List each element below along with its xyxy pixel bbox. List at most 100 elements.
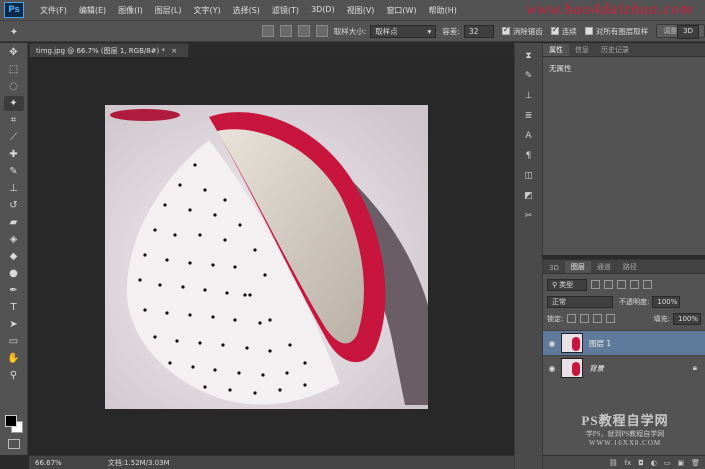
document-info[interactable]: 文档:1.52M/3.03M xyxy=(108,458,170,468)
layer-row-background[interactable]: ◉ 背景 🔒︎ xyxy=(543,355,705,380)
magic-wand-tool-icon[interactable]: ✦ xyxy=(3,96,24,111)
dragon-fruit-photo xyxy=(105,105,428,409)
tab-layers[interactable]: 图层 xyxy=(564,261,591,273)
layer-thumbnail xyxy=(561,358,583,378)
pen-tool-icon[interactable]: ✒ xyxy=(4,283,24,298)
layer-name[interactable]: 背景 xyxy=(589,363,604,374)
panel-dock-icons: ⧗ ✎ ⊥ ≣ A ¶ ◫ ◩ ✂ xyxy=(514,43,542,469)
path-selection-tool-icon[interactable]: ➤ xyxy=(4,317,24,332)
tolerance-input[interactable]: 32 xyxy=(463,24,494,38)
all-layers-checkbox[interactable] xyxy=(584,27,593,35)
add-selection-icon[interactable] xyxy=(279,25,292,37)
new-layer-icon[interactable]: ▣ xyxy=(677,459,684,467)
watermark-bottom: PS教程自学网 学PS，就到PS教程自学网 WWW.16XX8.COM xyxy=(570,410,680,447)
tab-paths[interactable]: 路径 xyxy=(617,261,643,273)
add-mask-icon[interactable]: ◘ xyxy=(638,459,644,467)
trash-icon[interactable]: 🗑︎ xyxy=(691,459,700,467)
history-panel-icon[interactable]: ⧗ xyxy=(521,49,537,63)
menu-view[interactable]: 视图(V) xyxy=(341,5,381,16)
brush-tool-icon[interactable]: ✎ xyxy=(4,164,24,179)
tab-3d[interactable]: 3D xyxy=(543,263,565,273)
sample-size-select[interactable]: 取样点 ▾ xyxy=(370,24,437,38)
filter-type-icon[interactable] xyxy=(617,280,626,289)
filter-adjustment-icon[interactable] xyxy=(604,280,613,289)
status-bar: 66.67% 文档:1.52M/3.03M xyxy=(29,455,514,469)
menu-image[interactable]: 图像(I) xyxy=(112,5,149,16)
canvas-image[interactable] xyxy=(105,105,428,409)
menu-window[interactable]: 窗口(W) xyxy=(380,5,422,16)
styles-panel-icon[interactable]: ◫ xyxy=(521,169,537,183)
brush-panel-icon[interactable]: ✎ xyxy=(521,69,537,83)
adjustments-panel-icon[interactable]: ≣ xyxy=(521,109,537,123)
link-layers-icon[interactable]: ⛓ xyxy=(609,459,618,467)
shape-tool-icon[interactable]: ▭ xyxy=(4,334,24,349)
lock-transparent-icon[interactable] xyxy=(567,314,577,323)
foreground-color-swatch[interactable] xyxy=(5,415,17,427)
lock-pixels-icon[interactable] xyxy=(580,314,590,323)
swatches-panel-icon[interactable]: ◩ xyxy=(521,189,537,203)
tab-history[interactable]: 历史记录 xyxy=(595,44,635,56)
tab-properties[interactable]: 属性 xyxy=(543,44,569,56)
menu-3d[interactable]: 3D(D) xyxy=(305,5,341,16)
menu-file[interactable]: 文件(F) xyxy=(34,5,73,16)
tab-channels[interactable]: 通道 xyxy=(591,261,617,273)
intersect-selection-icon[interactable] xyxy=(315,25,328,37)
menu-edit[interactable]: 编辑(E) xyxy=(73,5,112,16)
marquee-tool-icon[interactable]: ⬚ xyxy=(4,62,24,77)
blur-tool-icon[interactable]: ◆ xyxy=(4,249,24,264)
eye-icon[interactable]: ◉ xyxy=(543,339,561,348)
paint-bucket-tool-icon[interactable]: ◈ xyxy=(4,232,24,247)
properties-tabs: 属性 信息 历史记录 xyxy=(543,43,705,57)
tools-preset-panel-icon[interactable]: ✂ xyxy=(521,209,537,223)
menu-layer[interactable]: 图层(L) xyxy=(149,5,188,16)
adjustment-layer-icon[interactable]: ◐ xyxy=(651,459,657,467)
healing-brush-tool-icon[interactable]: ✚ xyxy=(4,147,24,162)
crop-tool-icon[interactable]: ⌗ xyxy=(4,113,24,128)
eye-icon[interactable]: ◉ xyxy=(543,364,561,373)
blend-mode-select[interactable]: 正常 xyxy=(547,295,613,308)
dodge-tool-icon[interactable]: ● xyxy=(4,266,24,281)
menu-select[interactable]: 选择(S) xyxy=(227,5,266,16)
type-tool-icon[interactable]: T xyxy=(4,300,24,315)
document-tab[interactable]: timg.jpg @ 66.7% (图层 1, RGB/8#) * × xyxy=(29,43,189,57)
magic-wand-icon[interactable]: ✦ xyxy=(4,25,24,40)
quick-mask-icon[interactable] xyxy=(8,439,20,449)
close-icon[interactable]: × xyxy=(171,47,177,55)
history-brush-tool-icon[interactable]: ↺ xyxy=(4,198,24,213)
workspace-button[interactable]: 3D xyxy=(677,25,699,39)
paragraph-panel-icon[interactable]: ¶ xyxy=(521,149,537,163)
clone-source-panel-icon[interactable]: ⊥ xyxy=(521,89,537,103)
filter-smart-object-icon[interactable] xyxy=(643,280,652,289)
filter-pixel-icon[interactable] xyxy=(591,280,600,289)
filter-shape-icon[interactable] xyxy=(630,280,639,289)
eyedropper-tool-icon[interactable]: ⟋ xyxy=(4,130,24,145)
menu-help[interactable]: 帮助(H) xyxy=(423,5,463,16)
clone-stamp-tool-icon[interactable]: ⊥ xyxy=(4,181,24,196)
properties-empty-text: 无属性 xyxy=(549,64,572,73)
character-panel-icon[interactable]: A xyxy=(521,129,537,143)
antialias-checkbox[interactable] xyxy=(501,25,510,35)
layer-name[interactable]: 图层 1 xyxy=(589,338,611,349)
group-icon[interactable]: ▭ xyxy=(664,459,671,467)
new-selection-icon[interactable] xyxy=(261,25,274,37)
lock-all-icon[interactable] xyxy=(606,314,616,323)
zoom-tool-icon[interactable]: ⚲ xyxy=(4,368,24,383)
contiguous-label: 连续 xyxy=(561,26,577,36)
contiguous-checkbox[interactable] xyxy=(550,25,559,35)
layers-footer: ⛓ fx ◘ ◐ ▭ ▣ 🗑︎ xyxy=(543,455,705,469)
eraser-tool-icon[interactable]: ▰ xyxy=(4,215,24,230)
lock-position-icon[interactable] xyxy=(593,314,603,323)
hand-tool-icon[interactable]: ✋ xyxy=(4,351,24,366)
layer-filter-select[interactable]: ⚲ 类型 xyxy=(547,278,587,291)
move-tool-icon[interactable]: ✥ xyxy=(4,45,24,60)
zoom-level[interactable]: 66.67% xyxy=(29,459,68,467)
opacity-input[interactable]: 100% xyxy=(652,295,681,308)
fill-input[interactable]: 100% xyxy=(673,312,701,325)
subtract-selection-icon[interactable] xyxy=(297,25,310,37)
menu-filter[interactable]: 滤镜(T) xyxy=(266,5,305,16)
tab-info[interactable]: 信息 xyxy=(569,44,595,56)
layer-style-icon[interactable]: fx xyxy=(625,459,632,467)
menu-type[interactable]: 文字(Y) xyxy=(187,5,226,16)
lasso-tool-icon[interactable]: ◌ xyxy=(4,79,24,94)
layer-row-1[interactable]: ◉ 图层 1 xyxy=(543,330,705,355)
